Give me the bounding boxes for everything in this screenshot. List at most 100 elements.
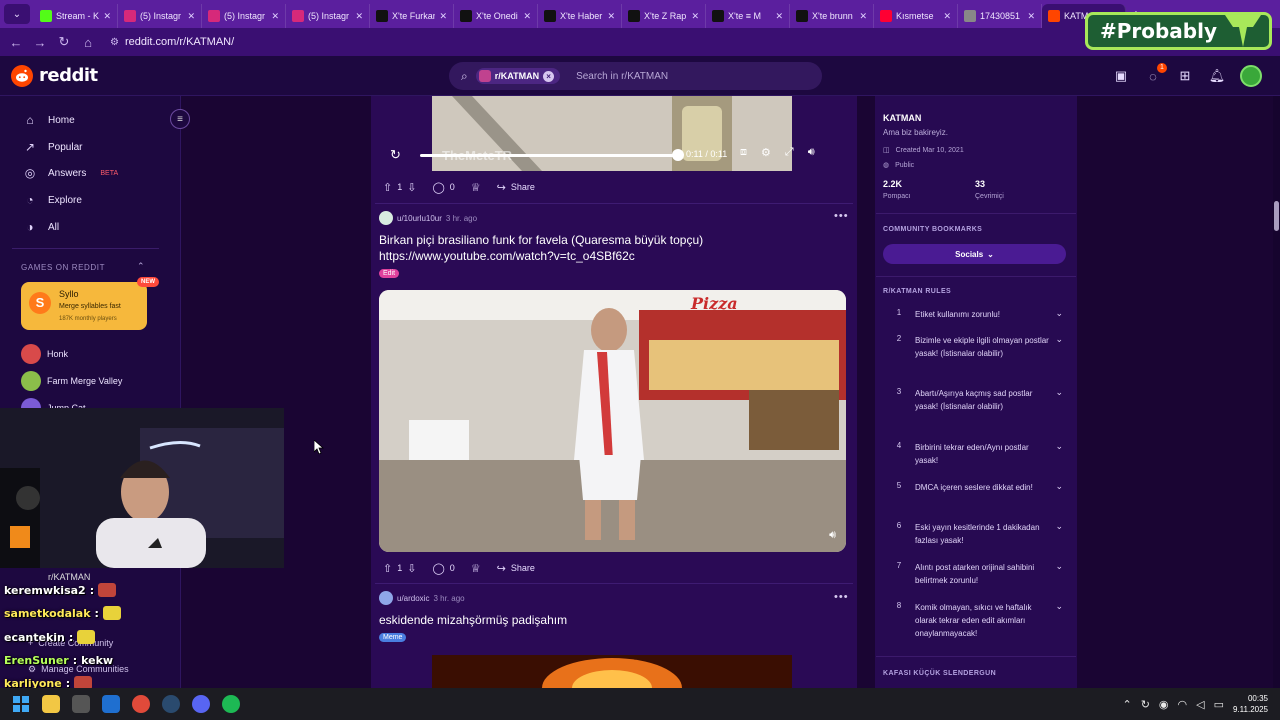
browser-tab[interactable]: X'te Haber ✕ <box>538 4 622 28</box>
game-item[interactable]: Honk <box>21 344 68 364</box>
comments-button[interactable]: ◯ 0 <box>428 559 458 577</box>
reddit-logo[interactable]: reddit <box>11 64 98 87</box>
author-avatar[interactable] <box>379 591 393 605</box>
tab-close-icon[interactable]: ✕ <box>1027 11 1035 22</box>
collapse-sidebar-button[interactable]: ≡ <box>170 109 190 129</box>
post-options-icon[interactable]: ••• <box>834 210 849 222</box>
downvote-icon[interactable]: ⇩ <box>407 562 416 575</box>
microphone-icon[interactable]: ◉ <box>1159 698 1169 711</box>
browser-tab[interactable]: X'te brunn ✕ <box>790 4 874 28</box>
chevron-up-icon[interactable]: ⌃ <box>137 261 145 272</box>
chevron-down-icon[interactable]: ⌄ <box>1049 441 1063 452</box>
scrollbar-thumb[interactable] <box>1274 201 1279 231</box>
chevron-down-icon[interactable]: ⌄ <box>1049 308 1063 319</box>
back-icon[interactable]: ← <box>4 35 28 50</box>
browser-tab[interactable]: (5) Instagr ✕ <box>286 4 370 28</box>
chevron-up-icon[interactable]: ⌃ <box>1122 698 1131 711</box>
video-progress-bar[interactable] <box>420 149 684 161</box>
post-image[interactable] <box>432 655 792 688</box>
chip-remove-icon[interactable]: × <box>543 70 555 82</box>
browser-tab[interactable]: X'te Onedi ✕ <box>454 4 538 28</box>
rule-item[interactable]: 2 Bizimle ve ekiple ilgili olmayan postla… <box>883 334 1063 360</box>
wifi-icon[interactable]: ◠ <box>1178 698 1188 711</box>
home-icon[interactable]: ⌂ <box>76 35 100 50</box>
socials-dropdown-button[interactable]: Socials ⌄ <box>883 244 1066 264</box>
subreddit-search-chip[interactable]: r/KATMAN × <box>475 68 561 84</box>
reload-icon[interactable]: ↻ <box>52 34 76 50</box>
create-post-icon[interactable]: ⊞ <box>1176 67 1194 85</box>
sidebar-item-popular[interactable]: ↗ Popular <box>22 140 83 154</box>
speaker-icon[interactable]: ◁ <box>1196 698 1204 711</box>
browser-tab[interactable]: (5) Instagr ✕ <box>118 4 202 28</box>
tab-close-icon[interactable]: ✕ <box>103 11 111 22</box>
browser-tab[interactable]: (5) Instagr ✕ <box>202 4 286 28</box>
captions-icon[interactable]: ⧈ <box>740 146 747 159</box>
progress-knob[interactable] <box>672 149 684 161</box>
tab-close-icon[interactable]: ✕ <box>355 11 363 22</box>
chevron-down-icon[interactable]: ⌄ <box>1049 481 1063 492</box>
sidebar-item-explore[interactable]: ◔ Explore <box>22 193 82 207</box>
chevron-down-icon[interactable]: ⌄ <box>1049 601 1063 612</box>
post-author[interactable]: u/10urlu10ur <box>397 214 442 223</box>
award-button[interactable]: ♕ <box>467 178 485 196</box>
rule-item[interactable]: 8 Komik olmayan, sıkıcı ve haftalık olara… <box>883 601 1063 640</box>
post-author[interactable]: u/ardoxic <box>397 594 429 603</box>
clock[interactable]: 00:35 9.11.2025 <box>1233 693 1268 715</box>
tab-close-icon[interactable]: ✕ <box>439 11 447 22</box>
comments-button[interactable]: ◯ 0 <box>428 178 458 196</box>
upvote-icon[interactable]: ⇧ <box>383 181 392 194</box>
tab-close-icon[interactable]: ✕ <box>523 11 531 22</box>
post-title[interactable]: eskidende mizahşörmüş padişahım <box>379 612 839 628</box>
volume-icon[interactable]: 🔊︎ <box>808 146 815 159</box>
tab-close-icon[interactable]: ✕ <box>859 11 867 22</box>
image-volume-icon[interactable]: 🔊︎ <box>829 529 836 542</box>
replay-icon[interactable]: ↻ <box>390 147 401 163</box>
browser-tab[interactable]: X'te Furkan ✕ <box>370 4 454 28</box>
sync-icon[interactable]: ↻ <box>1141 698 1150 711</box>
tab-close-icon[interactable]: ✕ <box>775 11 783 22</box>
file-explorer-icon[interactable] <box>36 689 66 719</box>
browser-tab[interactable]: X'te ≡ M ✕ <box>706 4 790 28</box>
sidebar-community-katman[interactable]: r/KATMAN <box>48 572 90 582</box>
rule-item[interactable]: 5 DMCA içeren seslere dikkat edin! ⌄ <box>883 481 1063 494</box>
share-button[interactable]: ↪ Share <box>493 559 539 577</box>
outlook-icon[interactable] <box>96 689 126 719</box>
page-scrollbar[interactable] <box>1273 96 1280 688</box>
post-flair[interactable]: Meme <box>379 633 407 642</box>
chevron-down-icon[interactable]: ⌄ <box>1049 387 1063 398</box>
discord-icon[interactable] <box>186 689 216 719</box>
chevron-down-icon[interactable]: ⌄ <box>1049 561 1063 572</box>
search-bar[interactable]: ⌕ r/KATMAN × Search in r/KATMAN <box>449 62 822 90</box>
featured-game-card[interactable]: S Syllo Merge syllables fast 187K monthl… <box>21 282 147 330</box>
tab-close-icon[interactable]: ✕ <box>943 11 951 22</box>
rule-item[interactable]: 1 Etiket kullanımı zorunlu! ⌄ <box>883 308 1063 321</box>
share-button[interactable]: ↪ Share <box>493 178 539 196</box>
post-flair[interactable]: Edit <box>379 269 400 278</box>
site-info-icon[interactable]: ⚙ <box>110 37 119 48</box>
chrome-icon[interactable] <box>126 689 156 719</box>
steam-icon[interactable] <box>156 689 186 719</box>
browser-tab[interactable]: Kısmetse ✕ <box>874 4 958 28</box>
advertise-icon[interactable]: ▣ <box>1112 67 1130 85</box>
post-image[interactable]: Pizza 🔊︎ <box>379 290 846 552</box>
tab-close-icon[interactable]: ✕ <box>271 11 279 22</box>
browser-tab[interactable]: 17430851 ✕ <box>958 4 1042 28</box>
rule-item[interactable]: 4 Birbirini tekrar eden/Aynı postlar yasa… <box>883 441 1063 467</box>
forward-icon[interactable]: → <box>28 35 52 50</box>
settings-icon[interactable]: ⚙ <box>761 146 771 159</box>
browser-tab[interactable]: Stream - K ✕ <box>34 4 118 28</box>
notifications-icon[interactable]: 🔔︎ <box>1208 67 1226 85</box>
chevron-down-icon[interactable]: ⌄ <box>1049 334 1063 345</box>
game-item[interactable]: Farm Merge Valley <box>21 371 122 391</box>
post-link-text[interactable]: https://www.youtube.com/watch?v=tc_o4SBf… <box>379 248 839 264</box>
browser-tab[interactable]: X'te Z Rap ✕ <box>622 4 706 28</box>
chevron-down-icon[interactable]: ⌄ <box>1049 521 1063 532</box>
search-input[interactable]: Search in r/KATMAN <box>576 71 668 82</box>
user-avatar[interactable] <box>1240 65 1262 87</box>
start-button[interactable] <box>6 689 36 719</box>
post-title[interactable]: Birkan piçi brasiliano funk for favela (… <box>379 232 839 264</box>
url-field[interactable]: ⚙ reddit.com/r/KATMAN/ <box>110 36 234 48</box>
tab-close-icon[interactable]: ✕ <box>607 11 615 22</box>
tab-list-button[interactable]: ⌄ <box>4 4 30 24</box>
fullscreen-icon[interactable]: ⤢ <box>785 146 794 159</box>
